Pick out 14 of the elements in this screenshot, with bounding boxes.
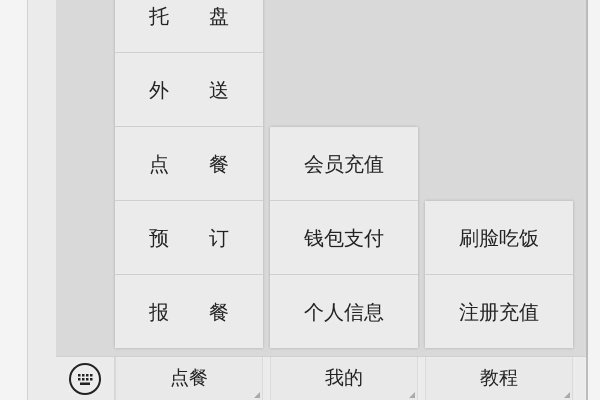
menu-item[interactable]: 点 餐 [115, 127, 263, 200]
menu-tab-button[interactable]: 点餐 [115, 357, 263, 400]
menu-item[interactable]: 注册充值 [425, 275, 573, 348]
menu-item[interactable]: 外 送 [115, 53, 263, 126]
menu-item[interactable]: 钱包支付 [270, 201, 418, 274]
menu-tab-button[interactable]: 我的 [270, 357, 418, 400]
menu-item[interactable]: 会员充值 [270, 127, 418, 200]
menu-tab-button[interactable]: 教程 [425, 357, 573, 400]
menu-item[interactable]: 刷脸吃饭 [425, 201, 573, 274]
menu-item[interactable]: 托 盘 [115, 0, 263, 52]
menu-item[interactable]: 报 餐 [115, 275, 263, 348]
menu-item[interactable]: 个人信息 [270, 275, 418, 348]
keyboard-icon[interactable] [68, 362, 102, 396]
menu-item[interactable]: 预 订 [115, 201, 263, 274]
